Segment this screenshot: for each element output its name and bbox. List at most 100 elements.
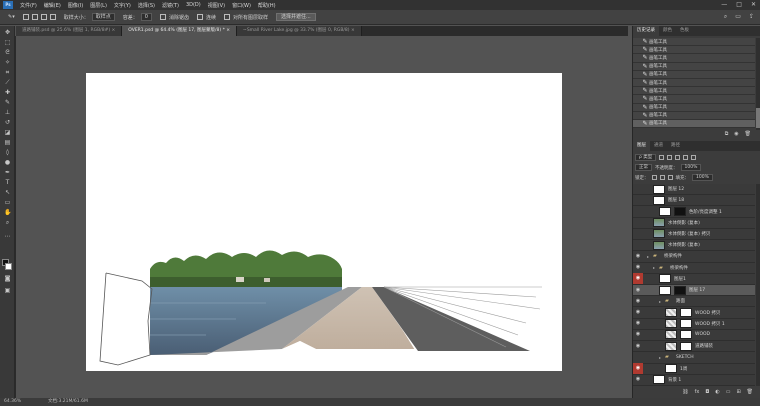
layer-thumbnail[interactable] [665, 330, 677, 340]
history-item[interactable]: ✎ 画笔工具 [633, 87, 755, 96]
zoom-level[interactable]: 64.36% [4, 398, 21, 406]
background-color-swatch[interactable] [5, 263, 12, 270]
tab-layers[interactable]: 图层 [633, 141, 650, 151]
fx-icon[interactable]: fx [695, 388, 700, 397]
new-selection-icon[interactable] [22, 14, 29, 20]
layer-thumbnail[interactable] [665, 319, 677, 329]
lasso-tool-icon[interactable]: ᘓ [4, 50, 11, 56]
layer-row[interactable]: ◉ 1周 [633, 363, 755, 375]
history-item[interactable]: ✎ 画笔工具 [633, 70, 755, 79]
history-item[interactable]: ✎ 画笔工具 [633, 111, 755, 120]
canvas[interactable] [86, 73, 562, 371]
visibility-eye-icon[interactable]: ◉ [633, 262, 643, 273]
layer-row[interactable]: ◉ 道路铺装 [633, 341, 755, 353]
blend-mode-select[interactable]: 正常 [635, 164, 652, 171]
history-brush-tool-icon[interactable]: ↺ [4, 120, 11, 126]
opacity-input[interactable]: 100% [680, 164, 702, 171]
new-document-from-state-icon[interactable]: ⧉ [725, 130, 729, 138]
dodge-tool-icon[interactable]: ● [4, 160, 11, 166]
pen-tool-icon[interactable]: ✒ [4, 170, 11, 176]
layer-row[interactable]: ◉ WOOD 拷贝 [633, 307, 755, 319]
trash-icon[interactable]: 🗑 [745, 130, 751, 138]
intersect-selection-icon[interactable] [49, 14, 56, 20]
layer-row[interactable]: ▸ ▰ SKETCH [633, 352, 755, 364]
screen-mode-icon[interactable]: ▣ [4, 288, 11, 294]
eraser-tool-icon[interactable]: ◪ [4, 130, 11, 136]
tab-channels[interactable]: 通道 [650, 141, 667, 151]
layer-mask-thumbnail[interactable] [680, 319, 692, 329]
menu-view[interactable]: 视图(V) [208, 2, 225, 9]
layer-row[interactable]: ◉ ▸ ▰ 桥梁构件 [633, 251, 755, 263]
visibility-eye-icon[interactable] [633, 217, 643, 228]
layer-row[interactable]: ◉ ▸ ▰ 路面 [633, 296, 755, 308]
blur-tool-icon[interactable]: ◊ [4, 150, 11, 156]
history-scrollbar[interactable] [756, 38, 760, 130]
menu-3d[interactable]: 3D(D) [186, 2, 201, 8]
visibility-eye-icon[interactable] [633, 195, 643, 206]
layer-row[interactable]: 色阶/亮度调整 1 [633, 206, 755, 218]
lock-position-icon[interactable] [659, 175, 665, 180]
document-window[interactable] [16, 36, 628, 398]
move-tool-icon[interactable]: ✥ [4, 30, 11, 36]
layer-row[interactable]: 图层 12 [633, 184, 755, 196]
tool-preset-icon[interactable]: ✎▾ [8, 14, 15, 20]
layer-thumbnail[interactable] [665, 341, 677, 351]
quick-mask-icon[interactable]: ◙ [4, 276, 11, 282]
tab-color[interactable]: 颜色 [659, 26, 676, 36]
marquee-tool-icon[interactable]: ⬚ [4, 40, 11, 46]
filter-smart-icon[interactable] [691, 155, 697, 160]
layer-row[interactable]: 水体倒影 (复本) [633, 218, 755, 229]
tab-paths[interactable]: 路径 [667, 141, 684, 151]
healing-tool-icon[interactable]: ✚ [4, 90, 11, 96]
layer-row[interactable]: 水体倒影 (复本) 拷贝 [633, 229, 755, 241]
shape-tool-icon[interactable]: ▭ [4, 200, 11, 206]
new-layer-icon[interactable]: ⊞ [736, 388, 740, 397]
filter-shape-icon[interactable] [683, 155, 689, 160]
contiguous-checkbox[interactable] [196, 14, 203, 20]
history-item[interactable]: ✎ 画笔工具 [633, 103, 755, 112]
menu-window[interactable]: 窗口(W) [232, 2, 251, 9]
visibility-eye-icon[interactable] [633, 184, 643, 195]
minimize-icon[interactable]: — [721, 0, 727, 10]
layer-thumbnail[interactable] [665, 308, 677, 318]
hand-tool-icon[interactable]: ✋ [4, 210, 11, 216]
visibility-eye-icon[interactable] [633, 206, 643, 217]
menu-image[interactable]: 图像(I) [68, 2, 83, 9]
lock-all-icon[interactable] [667, 175, 673, 180]
layer-row[interactable]: ◉ WOOD 拷贝 1 [633, 319, 755, 330]
layers-scrollbar[interactable] [756, 184, 760, 386]
path-selection-tool-icon[interactable]: ↖ [4, 190, 11, 196]
layer-thumbnail[interactable] [659, 274, 671, 284]
tolerance-input[interactable]: 0 [140, 13, 152, 21]
history-scroll-thumb[interactable] [756, 108, 760, 128]
layer-mask-thumbnail[interactable] [674, 285, 686, 295]
menu-help[interactable]: 帮助(H) [258, 2, 276, 9]
visibility-eye-icon[interactable]: ◉ [633, 285, 643, 296]
filter-type-icon[interactable] [675, 155, 681, 160]
layer-thumbnail[interactable] [653, 375, 665, 385]
antialias-checkbox[interactable] [159, 14, 166, 20]
visibility-eye-icon[interactable]: ◉ [633, 296, 643, 307]
visibility-eye-icon[interactable]: ◉ [633, 307, 643, 318]
antialias-option[interactable]: 消除锯齿 [159, 14, 189, 21]
brush-tool-icon[interactable]: ✎ [4, 100, 11, 106]
layer-mask-thumbnail[interactable] [680, 330, 692, 340]
history-item[interactable]: ✎ 画笔工具 [633, 54, 755, 63]
tab-history[interactable]: 历史记录 [633, 26, 659, 36]
layer-row[interactable]: ◉ 图层 17 [633, 285, 755, 297]
tab-document-3[interactable]: ~Small River Lake.jpg @ 33.7% (图层 0, RGB… [237, 26, 362, 36]
layer-filter-select[interactable]: ρ 类型 [635, 154, 657, 161]
visibility-eye-icon[interactable] [633, 240, 643, 251]
fill-input[interactable]: 100% [692, 174, 713, 181]
layer-thumbnail[interactable] [659, 207, 671, 217]
layer-thumbnail[interactable] [665, 364, 677, 374]
workspace-icon[interactable]: ▭ [735, 13, 741, 21]
more-tools-icon[interactable]: ⋯ [4, 234, 11, 240]
layer-row[interactable]: ◉ WOOD [633, 330, 755, 342]
history-item-current[interactable]: ✎ 画笔工具 [633, 119, 755, 129]
history-item[interactable]: ✎ 画笔工具 [633, 95, 755, 104]
filter-adjust-icon[interactable] [667, 155, 673, 160]
history-item[interactable]: ✎ 画笔工具 [633, 62, 755, 71]
contiguous-option[interactable]: 连续 [196, 14, 216, 21]
subtract-selection-icon[interactable] [40, 14, 47, 20]
